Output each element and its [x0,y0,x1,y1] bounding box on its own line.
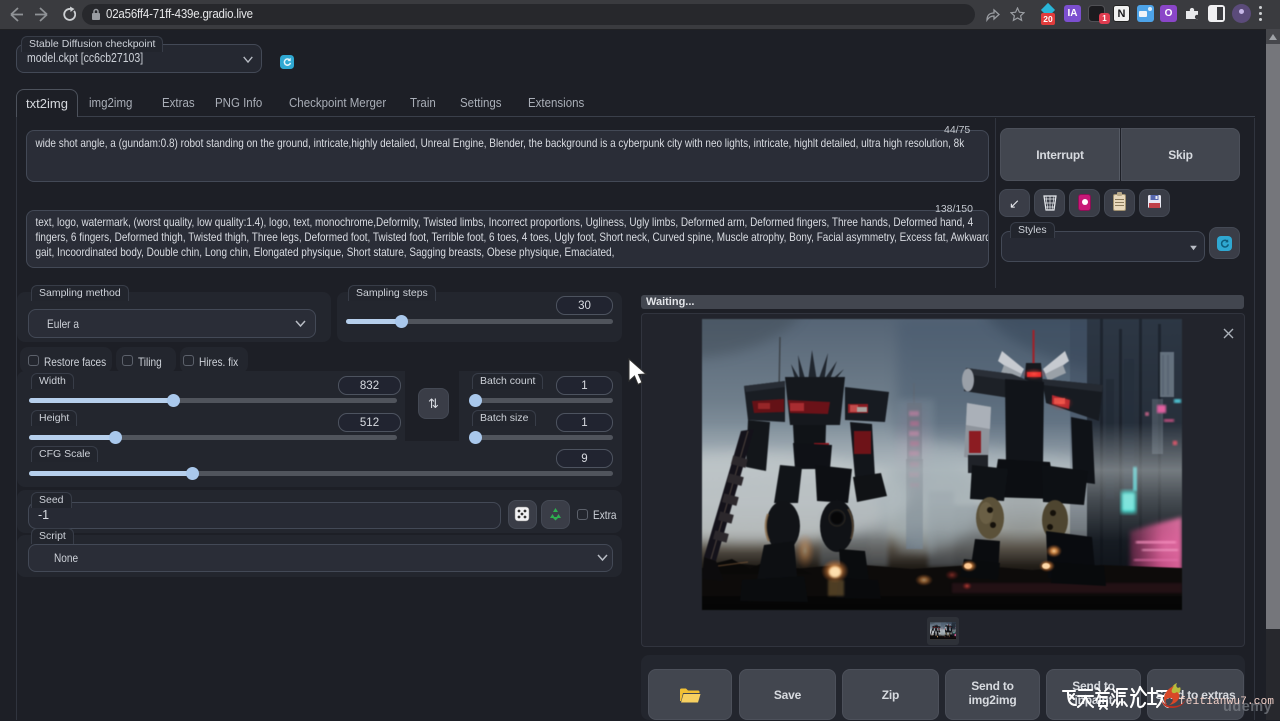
svg-text:feitianwu7.com: feitianwu7.com [1179,696,1274,708]
